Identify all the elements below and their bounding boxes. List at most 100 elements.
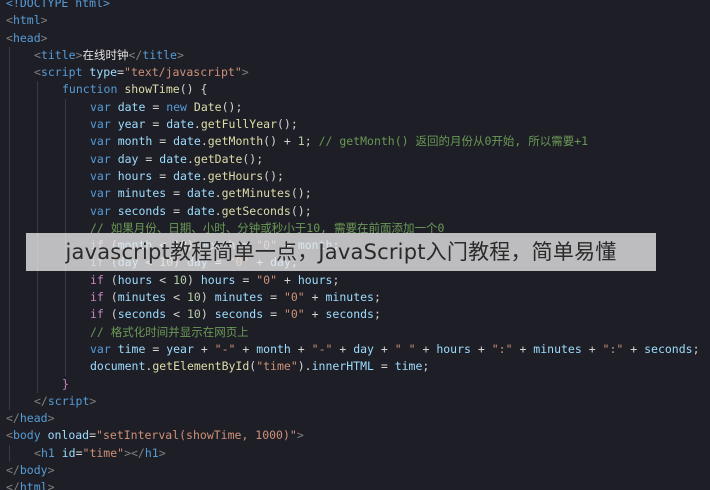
- code-line: </head>: [0, 410, 710, 427]
- code-token: </: [6, 480, 20, 490]
- code-editor[interactable]: <!DOCTYPE html> <html> <head> <title>在线时钟</…: [0, 0, 710, 490]
- code-token: (: [110, 272, 118, 287]
- indent-guide: [9, 219, 10, 238]
- code-token: =: [152, 168, 174, 183]
- code-token: >: [176, 47, 184, 62]
- code-token: head: [12, 30, 41, 45]
- code-token: showTime: [124, 82, 180, 97]
- code-token: >: [158, 445, 166, 460]
- code-token: hours: [436, 341, 471, 356]
- code-token: ).: [297, 359, 312, 374]
- indent-guide: [9, 116, 10, 134]
- code-token: </: [6, 463, 20, 478]
- code-token: "text/javascript": [124, 65, 242, 80]
- code-token: >: [47, 411, 55, 426]
- code-token: seconds: [644, 341, 693, 356]
- code-line: </body>: [0, 462, 710, 479]
- indent-guide: [65, 167, 66, 186]
- code-line-content: var day = date.getDate();: [90, 151, 263, 168]
- indent-guide: [9, 150, 10, 168]
- code-token: onload: [40, 428, 90, 443]
- code-token: h1: [144, 445, 159, 460]
- indent-guide: [9, 375, 10, 393]
- code-token: minutes: [117, 186, 167, 201]
- code-token: =: [235, 272, 257, 287]
- code-token: .: [200, 168, 208, 183]
- code-token: innerHTML: [311, 359, 374, 374]
- code-token: .: [214, 203, 222, 218]
- code-token: (: [110, 290, 118, 305]
- code-token: script: [40, 65, 83, 80]
- code-token: <: [6, 30, 13, 45]
- indent-guide: [65, 116, 66, 134]
- code-line: </script>: [0, 392, 710, 411]
- indent-guide: [65, 306, 66, 324]
- indent-guide: [65, 271, 66, 290]
- code-token: }: [62, 376, 69, 391]
- code-token: h1: [40, 445, 55, 460]
- code-line: var minutes = date.getMinutes();: [0, 185, 710, 203]
- code-token: date: [117, 99, 146, 114]
- code-token: "0": [283, 290, 305, 305]
- code-line-content: </head>: [6, 410, 55, 427]
- code-line: <body onload="setInterval(showTime, 1000…: [0, 427, 710, 444]
- code-token: "-": [214, 341, 236, 356]
- code-token: +: [581, 341, 603, 356]
- code-token: ;: [304, 134, 319, 149]
- code-token: ":": [491, 341, 513, 356]
- code-line-content: var date = new Date();: [90, 99, 242, 116]
- code-line-content: <html>: [6, 12, 48, 29]
- code-line: function showTime() {: [0, 81, 710, 99]
- code-token: .: [193, 117, 201, 132]
- code-line: var hours = date.getHours();: [0, 167, 710, 186]
- code-line-content: if (hours < 10) hours = "0" + hours;: [90, 272, 339, 289]
- code-token: "time": [256, 359, 298, 374]
- indent-guide: [65, 150, 66, 168]
- code-line: <head>: [0, 30, 710, 47]
- code-token: html: [75, 0, 103, 10]
- code-token: month: [117, 134, 153, 149]
- code-token: =: [166, 203, 187, 218]
- code-token: =: [263, 290, 284, 305]
- code-token: ();: [290, 203, 312, 218]
- code-token: +: [470, 341, 492, 356]
- code-token: ;: [422, 359, 430, 374]
- indent-guide: [37, 323, 38, 341]
- code-token: title: [142, 47, 177, 62]
- indent-guide: [37, 289, 38, 307]
- code-token: date: [166, 117, 194, 132]
- code-token: =: [75, 445, 83, 460]
- code-token: =: [117, 65, 125, 80]
- code-line: var date = new Date();: [0, 98, 710, 117]
- code-token: >: [102, 0, 110, 10]
- code-token: =: [145, 99, 167, 114]
- code-token: script: [47, 393, 90, 408]
- code-token: ></: [124, 445, 145, 460]
- code-token: head: [19, 411, 48, 426]
- code-line-content: // 格式化时间并显示在网页上: [90, 324, 249, 341]
- code-token: </: [128, 47, 143, 62]
- indent-guide: [37, 150, 38, 168]
- code-token: >: [89, 393, 97, 408]
- code-token: ":": [602, 341, 624, 356]
- code-token: time: [117, 341, 146, 356]
- code-token: +: [304, 290, 326, 305]
- code-token: +: [235, 341, 257, 356]
- indent-guide: [9, 237, 10, 255]
- code-token: =: [373, 359, 395, 374]
- code-line-content: var seconds = date.getSeconds();: [90, 203, 312, 220]
- code-token: if: [90, 290, 111, 305]
- code-token: var: [90, 203, 118, 218]
- code-token: body: [12, 428, 41, 443]
- code-token: function: [62, 82, 125, 97]
- code-token: var: [90, 186, 118, 201]
- code-line-content: <head>: [6, 30, 48, 47]
- code-line: <h1 id="time"></h1>: [0, 444, 710, 463]
- code-token: </: [6, 411, 20, 426]
- code-token: getMinutes: [221, 186, 291, 201]
- indent-guide: [9, 202, 10, 220]
- code-token: <: [6, 13, 13, 28]
- code-token: +: [512, 341, 534, 356]
- code-token: >: [47, 463, 55, 478]
- indent-guide: [9, 392, 10, 411]
